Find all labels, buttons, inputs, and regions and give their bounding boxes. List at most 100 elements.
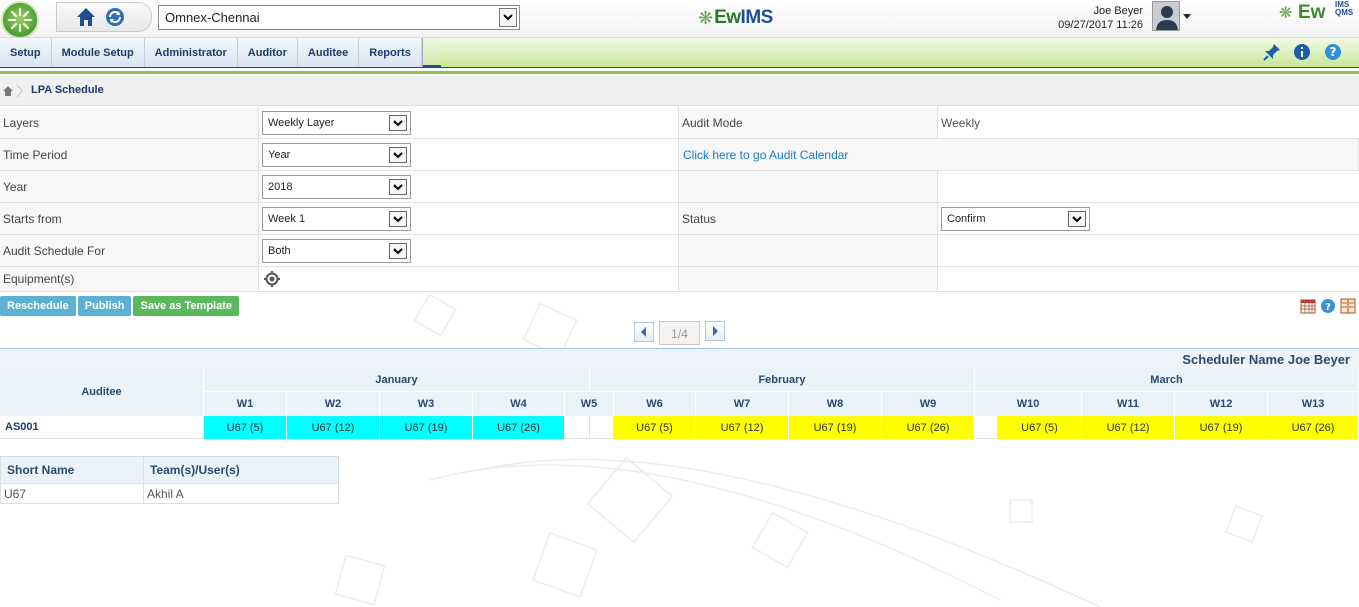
layers-select[interactable]: Weekly Layer (262, 111, 411, 135)
pager-prev-button[interactable] (634, 322, 654, 342)
caret-down-icon[interactable] (1183, 8, 1191, 22)
scheduler-name: Scheduler Name Joe Beyer (1182, 352, 1350, 367)
schedule-cell[interactable]: U67 (5) (614, 416, 696, 439)
home-icon[interactable] (2, 84, 24, 101)
header-stripe (0, 71, 1359, 74)
publish-button[interactable]: Publish (77, 296, 132, 316)
year-select[interactable]: 2018 (262, 175, 411, 199)
chevron-down-icon[interactable] (389, 115, 407, 131)
home-icon[interactable] (75, 6, 97, 28)
week-header: W8 (789, 392, 882, 416)
breadcrumb: LPA Schedule (0, 76, 1359, 106)
ewims-logo: ❋ EwIMS (698, 6, 773, 30)
time-period-select[interactable]: Year (262, 143, 411, 167)
schedule-cell[interactable]: U67 (19) (789, 416, 882, 439)
info-icon[interactable] (1293, 43, 1311, 61)
menu-module-setup[interactable]: Module Setup (52, 38, 145, 67)
chevron-down-icon[interactable] (389, 211, 407, 227)
schedule-cell[interactable]: U67 (19) (380, 416, 473, 439)
schedule-cell[interactable]: U67 (12) (696, 416, 789, 439)
menu-setup[interactable]: Setup (0, 38, 52, 67)
starts-from-label: Starts from (3, 212, 62, 226)
week-header: W1 (204, 392, 287, 416)
schedule-cell-empty[interactable] (975, 416, 998, 439)
week-header: W13 (1268, 392, 1359, 416)
schedule-cell[interactable]: U67 (26) (1268, 416, 1359, 439)
form-row-layers: Layers Weekly Layer Audit Mode Weekly (0, 107, 1359, 139)
chevron-down-icon[interactable] (389, 243, 407, 259)
auditee-row-label[interactable]: AS001 (0, 416, 204, 439)
columns-icon[interactable] (1340, 298, 1356, 314)
pager-next-button[interactable] (705, 321, 725, 341)
chevron-down-icon[interactable] (1068, 211, 1086, 227)
schedule-cell[interactable]: U67 (5) (998, 416, 1082, 439)
legend-table: Short Name Team(s)/User(s) U67 Akhil A (0, 456, 339, 504)
schedule-cell[interactable]: U67 (5) (204, 416, 287, 439)
schedule-cell-empty[interactable] (565, 416, 590, 439)
menu-administrator[interactable]: Administrator (145, 38, 238, 67)
schedule-cell[interactable]: U67 (26) (882, 416, 975, 439)
pin-icon[interactable] (1263, 43, 1281, 61)
form-row-schedule-for: Audit Schedule For Both (0, 235, 1359, 267)
schedule-cell[interactable]: U67 (26) (473, 416, 565, 439)
help-icon[interactable]: ? (1324, 43, 1342, 61)
layers-label: Layers (3, 116, 40, 130)
main-menu: Setup Module Setup Administrator Auditor… (0, 38, 1359, 68)
week-header: W5 (565, 392, 614, 416)
toolbar-icons: ? (1300, 298, 1359, 314)
svg-text:?: ? (1325, 302, 1331, 313)
status-label: Status (682, 212, 717, 226)
week-header: W3 (380, 392, 473, 416)
legend-team: Akhil A (147, 487, 184, 501)
chevron-down-icon[interactable] (389, 147, 407, 163)
year-label: Year (3, 180, 28, 194)
time-period-label: Time Period (3, 148, 68, 162)
svg-text:?: ? (1330, 45, 1337, 59)
menu-reports[interactable]: Reports (359, 38, 422, 67)
week-header: W2 (287, 392, 380, 416)
help-bubble-icon[interactable]: ? (1320, 298, 1336, 314)
month-header: March (975, 368, 1359, 392)
reschedule-button[interactable]: Reschedule (0, 296, 76, 316)
page-title: LPA Schedule (31, 84, 104, 96)
right-logo-qms: QMS (1335, 8, 1354, 17)
site-select[interactable]: Omnex-Chennai (158, 5, 520, 30)
starts-from-select[interactable]: Week 1 (262, 207, 411, 231)
refresh-icon[interactable] (105, 7, 125, 27)
schedule-cell[interactable]: U67 (12) (1082, 416, 1175, 439)
layers-select-value: Weekly Layer (268, 117, 335, 129)
app-logo[interactable] (1, 1, 39, 39)
legend-short-name: U67 (4, 487, 27, 501)
chevron-down-icon[interactable] (499, 8, 517, 27)
week-header: W7 (696, 392, 789, 416)
right-logo-ew: Ew (1298, 2, 1326, 23)
schedule-cell-empty[interactable] (590, 416, 614, 439)
audit-calendar-link[interactable]: Click here to go Audit Calendar (683, 148, 848, 162)
month-header: February (590, 368, 975, 392)
schedule-for-select[interactable]: Both (262, 239, 411, 263)
status-select[interactable]: Confirm (941, 207, 1090, 231)
flower-icon: ❋ (698, 7, 714, 28)
month-header: January (204, 368, 590, 392)
audit-mode-value: Weekly (941, 116, 981, 130)
logo-text-ims: IMS (740, 7, 774, 28)
site-select-value: Omnex-Chennai (165, 10, 260, 25)
schedule-cell[interactable]: U67 (12) (287, 416, 380, 439)
menu-auditee[interactable]: Auditee (298, 38, 360, 67)
save-as-template-button[interactable]: Save as Template (133, 296, 239, 316)
form-row-time-period: Time Period Year Click here to go Audit … (0, 139, 1359, 171)
calendar-icon[interactable] (1300, 298, 1316, 314)
legend-header-row: Short Name Team(s)/User(s) (1, 457, 338, 483)
schedule-cell[interactable]: U67 (19) (1175, 416, 1268, 439)
year-select-value: 2018 (268, 181, 293, 193)
week-header: W11 (1082, 392, 1175, 416)
legend-col-short-name: Short Name (7, 463, 75, 477)
user-name: Joe Beyer (1093, 5, 1143, 17)
action-buttons: Reschedule Publish Save as Template (0, 296, 241, 316)
legend-row: U67 Akhil A (1, 483, 338, 503)
schedule-for-select-value: Both (268, 245, 291, 257)
gear-icon[interactable] (264, 271, 280, 287)
menu-auditor[interactable]: Auditor (238, 38, 298, 67)
avatar[interactable] (1152, 1, 1180, 31)
chevron-down-icon[interactable] (389, 179, 407, 195)
